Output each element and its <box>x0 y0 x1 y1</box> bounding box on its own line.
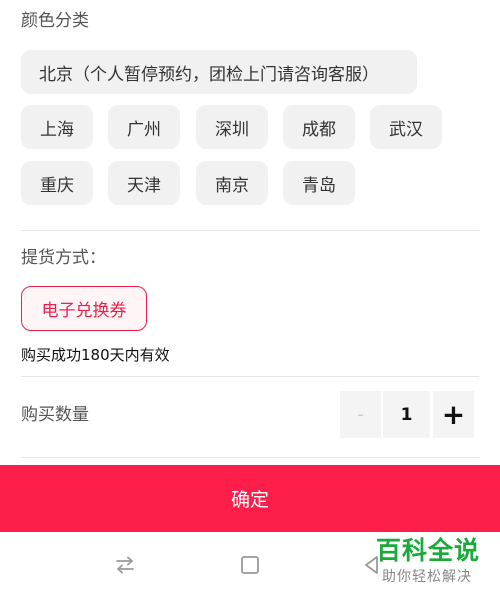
option-chip-shanghai[interactable]: 上海 <box>21 105 93 149</box>
plus-icon: + <box>441 397 466 431</box>
section-divider <box>21 376 479 377</box>
option-chip-beijing[interactable]: 北京（个人暂停预约，团检上门请咨询客服） <box>21 50 417 94</box>
option-chip-shenzhen[interactable]: 深圳 <box>196 105 268 149</box>
section-divider <box>21 457 479 458</box>
switch-arrows-icon[interactable] <box>112 552 138 578</box>
validity-note: 购买成功180天内有效 <box>21 346 170 364</box>
quantity-label: 购买数量 <box>21 405 89 425</box>
watermark-subtitle: 助你轻松解决 <box>382 569 472 585</box>
option-chip-guangzhou[interactable]: 广州 <box>108 105 180 149</box>
quantity-value[interactable]: 1 <box>383 391 430 438</box>
delivery-section-title: 提货方式： <box>21 248 106 268</box>
quantity-decrease-button[interactable]: - <box>340 391 381 438</box>
square-home-icon[interactable] <box>237 552 263 578</box>
option-chip-wuhan[interactable]: 武汉 <box>370 105 442 149</box>
minus-icon: - <box>357 404 364 425</box>
confirm-button[interactable]: 确定 <box>0 465 500 532</box>
option-chip-qingdao[interactable]: 青岛 <box>283 161 355 205</box>
option-chip-nanjing[interactable]: 南京 <box>196 161 268 205</box>
section-divider <box>21 230 479 231</box>
color-section-title: 颜色分类 <box>21 11 89 31</box>
option-chip-chongqing[interactable]: 重庆 <box>21 161 93 205</box>
option-chip-chengdu[interactable]: 成都 <box>283 105 355 149</box>
option-chip-tianjin[interactable]: 天津 <box>108 161 180 205</box>
watermark-title: 百科全说 <box>376 536 481 565</box>
delivery-option-evoucher[interactable]: 电子兑换券 <box>21 286 147 331</box>
quantity-increase-button[interactable]: + <box>433 391 474 438</box>
watermark-logo: 百科全说 助你轻松解决 <box>368 534 492 594</box>
